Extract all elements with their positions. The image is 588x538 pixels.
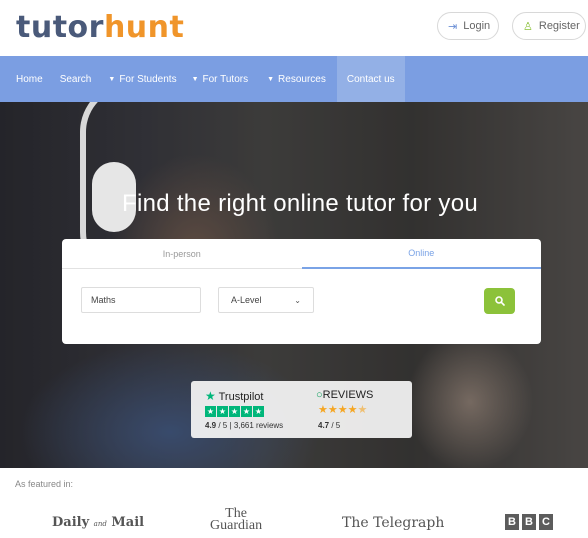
login-label: Login — [463, 20, 491, 32]
logo-text-hunt: hunt — [103, 10, 185, 45]
bbc-letter: B — [522, 514, 536, 530]
nav-item-search[interactable]: Search — [50, 56, 99, 102]
nav-label: Resources — [278, 73, 326, 85]
press-text: and — [93, 520, 107, 528]
reviewsio-stars: ★★★★★ — [318, 404, 368, 416]
reviewsio-mark-icon: ○ — [316, 389, 323, 401]
tab-online[interactable]: Online — [301, 239, 541, 269]
search-icon — [494, 296, 505, 306]
caret-down-icon: ▼ — [267, 75, 275, 83]
search-card: In-person Online Maths A-Level ⌄ — [62, 239, 541, 344]
bbc-letter: B — [505, 514, 519, 530]
main-nav: Home Search ▼ For Students ▼ For Tutors … — [0, 56, 588, 102]
register-button[interactable]: ♙ Register — [512, 12, 586, 40]
level-value: A-Level — [231, 295, 262, 305]
caret-down-icon: ▼ — [108, 75, 116, 83]
reviewsio-name: REVIEWS — [322, 389, 374, 401]
nav-item-resources[interactable]: ▼ Resources — [255, 56, 333, 102]
reviews-badge[interactable]: ★ Trustpilot ★ ★ ★ ★ ★ 4.9 / 5 | 3,661 r… — [191, 381, 412, 438]
login-button[interactable]: ⇥ Login — [437, 12, 499, 40]
register-label: Register — [538, 20, 580, 32]
reviewsio-score: 4.7 / 5 — [318, 421, 340, 430]
search-mode-tabs: In-person Online — [62, 239, 541, 269]
hero-title: Find the right online tutor for you — [121, 190, 479, 217]
hero-section: Find the right online tutor for you In-p… — [0, 102, 588, 468]
nav-label: For Tutors — [202, 73, 249, 85]
subject-value: Maths — [91, 295, 116, 305]
trustpilot-rating: 4.9 — [205, 421, 217, 430]
trustpilot-logo: ★ Trustpilot — [205, 389, 263, 403]
trustpilot-out-of: / 5 — [218, 421, 228, 430]
trustpilot-review-count: 3,661 reviews — [233, 421, 284, 430]
daily-mail-logo: Daily and Mail — [52, 515, 144, 530]
tab-in-person[interactable]: In-person — [62, 239, 302, 269]
search-button[interactable] — [484, 288, 515, 314]
caret-down-icon: ▼ — [191, 75, 199, 83]
trustpilot-stars: ★ ★ ★ ★ ★ — [205, 406, 264, 417]
featured-label: As featured in: — [15, 479, 74, 489]
press-text: Mail — [111, 515, 145, 530]
logo-text-tutor: tutor — [16, 10, 104, 45]
press-text: Daily — [52, 515, 90, 530]
nav-item-home[interactable]: Home — [0, 56, 50, 102]
subject-input[interactable]: Maths — [81, 287, 201, 313]
guardian-logo: The Guardian — [210, 507, 263, 533]
telegraph-logo: The Telegraph — [342, 515, 445, 531]
trustpilot-star-icon: ★ — [205, 389, 216, 403]
score-separator: | — [229, 421, 232, 430]
star-icon: ★ — [241, 406, 252, 417]
reviewsio-rating: 4.7 — [318, 421, 330, 430]
trustpilot-score: 4.9 / 5 | 3,661 reviews — [205, 421, 283, 430]
nav-label: Contact us — [346, 73, 395, 85]
chevron-down-icon: ⌄ — [294, 295, 301, 305]
bbc-letter: C — [539, 514, 553, 530]
site-header: tutorhunt ⇥ Login ♙ Register — [0, 0, 588, 56]
login-icon: ⇥ — [448, 20, 458, 33]
trustpilot-name: Trustpilot — [218, 391, 264, 403]
nav-label: Search — [59, 73, 92, 85]
tutorhunt-logo[interactable]: tutorhunt — [16, 8, 184, 48]
star-icon: ★ — [229, 406, 240, 417]
star-icon: ★ — [205, 406, 216, 417]
nav-item-for-tutors[interactable]: ▼ For Tutors — [184, 56, 256, 102]
reviewsio-out-of: / 5 — [331, 421, 341, 430]
reviewsio-logo: ○REVIEWS — [316, 389, 373, 401]
nav-label: Home — [16, 73, 43, 85]
nav-item-contact-us[interactable]: Contact us — [336, 56, 405, 102]
bbc-logo: B B C — [505, 514, 553, 530]
press-text: Guardian — [210, 518, 263, 533]
star-icon: ★ — [217, 406, 228, 417]
user-plus-icon: ♙ — [523, 20, 533, 33]
nav-label: For Students — [119, 73, 177, 85]
nav-item-for-students[interactable]: ▼ For Students — [98, 56, 183, 102]
level-select[interactable]: A-Level ⌄ — [218, 287, 314, 313]
star-icon: ★ — [253, 406, 264, 417]
